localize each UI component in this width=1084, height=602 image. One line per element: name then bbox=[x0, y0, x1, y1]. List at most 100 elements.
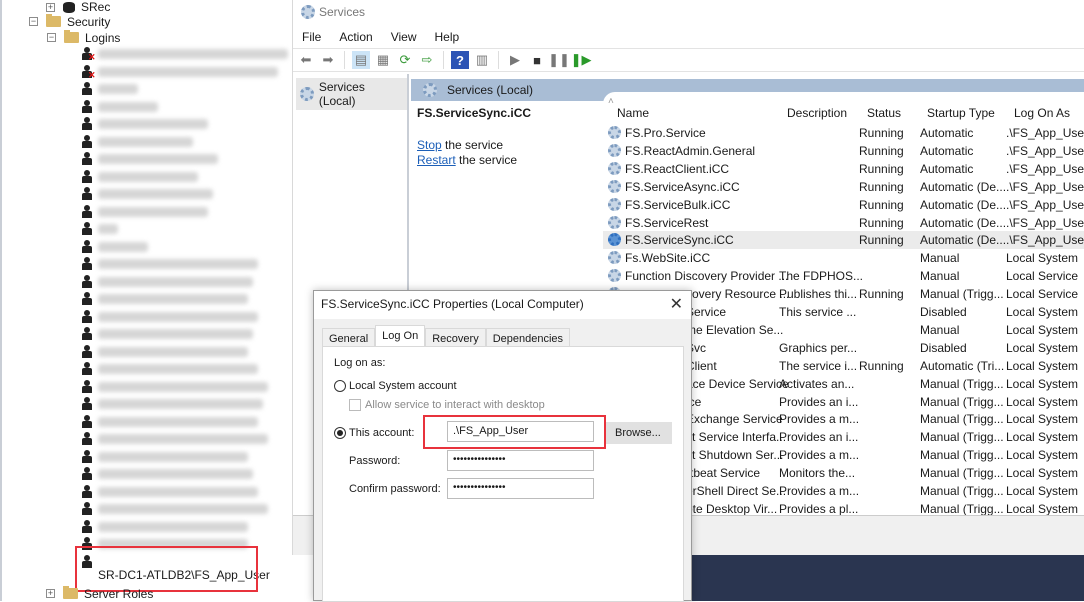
collapse-icon[interactable]: − bbox=[47, 33, 56, 42]
confirm-password-label: Confirm password: bbox=[349, 483, 441, 495]
login-item-redacted[interactable] bbox=[98, 259, 258, 269]
menu-action[interactable]: Action bbox=[330, 30, 381, 44]
show-console-tree-icon[interactable]: ▤ bbox=[352, 51, 370, 69]
expand-icon[interactable]: + bbox=[46, 589, 55, 598]
tree-node-security[interactable]: − Security bbox=[29, 13, 110, 30]
login-item-redacted[interactable] bbox=[98, 486, 258, 497]
login-item-redacted[interactable] bbox=[98, 399, 263, 409]
restart-icon[interactable]: ❚▶ bbox=[571, 51, 592, 69]
login-item-redacted[interactable] bbox=[98, 294, 248, 304]
login-item-redacted[interactable] bbox=[98, 154, 218, 164]
service-description: Activates an... bbox=[779, 376, 855, 391]
column-description[interactable]: Description bbox=[787, 106, 847, 120]
expand-icon[interactable]: + bbox=[46, 2, 55, 12]
service-row[interactable]: FS.ServiceAsync.iCC Running Automatic (De.… bbox=[603, 178, 1084, 196]
action-pane-icon[interactable]: ▥ bbox=[473, 51, 491, 69]
login-item-redacted[interactable] bbox=[98, 206, 208, 217]
menu-help[interactable]: Help bbox=[426, 30, 469, 44]
refresh-icon[interactable]: ⟳ bbox=[396, 51, 414, 69]
close-icon[interactable]: ✕ bbox=[670, 294, 683, 314]
service-row[interactable]: FS.ReactAdmin.General Running Automatic .\F… bbox=[603, 142, 1084, 160]
login-item-redacted[interactable] bbox=[98, 346, 248, 357]
local-system-radio[interactable] bbox=[334, 380, 346, 392]
login-item-redacted[interactable] bbox=[98, 49, 288, 59]
service-log-on-as: Local System bbox=[1006, 466, 1079, 481]
service-description: Publishes thi... bbox=[779, 287, 858, 302]
tree-item-services-local[interactable]: Services (Local) bbox=[296, 78, 407, 110]
login-item-redacted[interactable] bbox=[98, 329, 253, 339]
service-row[interactable]: Fs.WebSite.iCC Manual Local System bbox=[603, 249, 1084, 267]
stop-icon[interactable]: ■ bbox=[528, 51, 546, 69]
selected-service-name: FS.ServiceSync.iCC bbox=[417, 106, 532, 120]
column-name[interactable]: Name bbox=[617, 106, 649, 120]
login-item-redacted[interactable] bbox=[98, 469, 253, 479]
login-item-redacted[interactable] bbox=[98, 241, 148, 252]
service-description: The service i... bbox=[779, 358, 858, 373]
login-item-redacted[interactable] bbox=[98, 504, 268, 514]
tree-node-srec[interactable]: + SRec bbox=[46, 0, 110, 14]
column-log-on-as[interactable]: Log On As bbox=[1014, 106, 1070, 120]
service-log-on-as: Local System bbox=[1006, 412, 1079, 427]
login-item-redacted[interactable] bbox=[98, 101, 158, 112]
service-log-on-as: .\FS_App_User bbox=[1006, 161, 1084, 176]
column-status[interactable]: Status bbox=[867, 106, 901, 120]
service-startup-type: Manual bbox=[920, 251, 960, 266]
login-item-redacted[interactable] bbox=[98, 311, 258, 322]
service-status: Running bbox=[859, 197, 904, 212]
properties-icon[interactable]: ▦ bbox=[374, 51, 392, 69]
restart-service-link[interactable]: Restart bbox=[417, 153, 456, 167]
login-user-icon bbox=[82, 502, 92, 515]
this-account-radio[interactable] bbox=[334, 427, 346, 439]
login-item-redacted[interactable] bbox=[98, 276, 253, 287]
service-name: FS.ServiceRest bbox=[625, 215, 709, 230]
allow-desktop-checkbox[interactable] bbox=[349, 399, 361, 411]
login-item-redacted[interactable] bbox=[98, 416, 258, 427]
back-arrow-icon[interactable]: ⬅ bbox=[297, 51, 315, 69]
pause-icon[interactable]: ❚❚ bbox=[548, 51, 570, 69]
menu-view[interactable]: View bbox=[382, 30, 426, 44]
login-item-redacted[interactable] bbox=[98, 136, 193, 147]
service-row[interactable]: FS.ServiceSync.iCC Running Automatic (De..… bbox=[603, 231, 1084, 250]
service-name: FS.Pro.Service bbox=[625, 126, 706, 140]
login-item-redacted[interactable] bbox=[98, 84, 138, 94]
login-item-redacted[interactable] bbox=[98, 171, 198, 182]
help-icon[interactable]: ? bbox=[451, 51, 469, 69]
login-user-icon bbox=[82, 519, 92, 533]
this-account-label: This account: bbox=[349, 427, 415, 439]
login-item-redacted[interactable] bbox=[98, 521, 248, 532]
service-row[interactable]: FS.ReactClient.iCC Running Automatic .\FS_A… bbox=[603, 160, 1084, 178]
service-row[interactable]: FS.ServiceBulk.iCC Running Automatic (De..… bbox=[603, 196, 1084, 214]
browse-button[interactable]: Browse... bbox=[604, 422, 672, 444]
service-row[interactable]: Function Discovery Provider ... The FDPHO… bbox=[603, 267, 1084, 285]
login-item-redacted[interactable] bbox=[98, 451, 248, 462]
column-startup-type[interactable]: Startup Type bbox=[927, 106, 995, 120]
confirm-password-input[interactable]: ••••••••••••••• bbox=[447, 478, 594, 499]
login-item-redacted[interactable] bbox=[98, 119, 208, 129]
service-row[interactable]: FS.ServiceRest Running Automatic (De... .\F… bbox=[603, 214, 1084, 232]
password-input[interactable]: ••••••••••••••• bbox=[447, 450, 594, 471]
login-item-redacted[interactable] bbox=[98, 364, 258, 374]
tree-node-server-roles[interactable]: + Server Roles bbox=[46, 585, 153, 602]
folder-icon bbox=[64, 30, 79, 43]
menu-file[interactable]: File bbox=[293, 30, 330, 44]
services-gear-icon bbox=[300, 87, 314, 101]
collapse-icon[interactable]: − bbox=[29, 17, 38, 26]
login-user-icon bbox=[82, 99, 92, 113]
service-name: FS.ServiceAsync.iCC bbox=[625, 179, 740, 194]
services-gear-icon bbox=[423, 83, 437, 97]
service-row[interactable]: FS.Pro.Service Running Automatic .\FS_App_U… bbox=[603, 124, 1084, 142]
service-description: Monitors the... bbox=[779, 466, 856, 481]
tree-node-logins[interactable]: − Logins bbox=[47, 29, 120, 46]
start-icon[interactable]: ▶ bbox=[506, 51, 524, 69]
service-startup-type: Manual (Trigg... bbox=[920, 376, 1004, 391]
forward-arrow-icon[interactable]: ➡ bbox=[319, 51, 337, 69]
export-list-icon[interactable]: ⇨ bbox=[418, 51, 436, 69]
login-item-redacted[interactable] bbox=[98, 381, 268, 392]
stop-service-link[interactable]: Stop bbox=[417, 138, 442, 152]
service-startup-type: Manual (Trigg... bbox=[920, 430, 1004, 445]
login-item-redacted[interactable] bbox=[98, 189, 213, 199]
login-item-redacted[interactable] bbox=[98, 224, 118, 234]
service-gear-icon bbox=[608, 143, 621, 157]
login-item-redacted[interactable] bbox=[98, 434, 268, 444]
login-item-redacted[interactable] bbox=[98, 66, 278, 77]
